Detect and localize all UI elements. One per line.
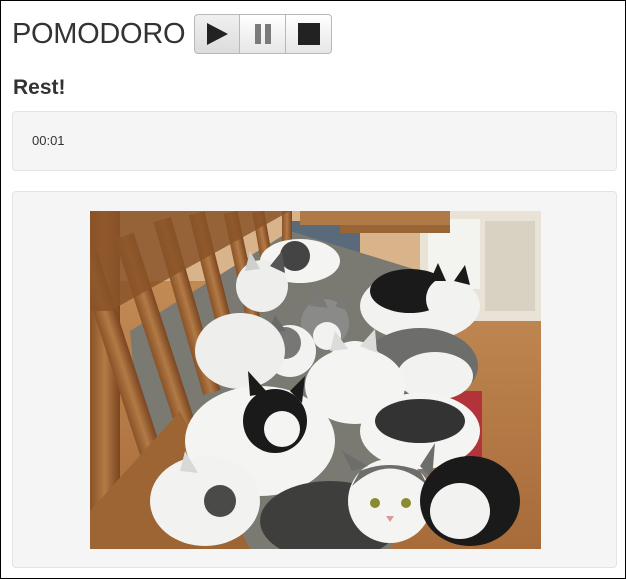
app-window: POMODORO Rest! 00:01 xyxy=(0,0,626,579)
pause-button[interactable] xyxy=(240,14,287,54)
timer-panel: 00:01 xyxy=(12,111,617,171)
timer-controls xyxy=(194,14,333,54)
app-title: POMODORO xyxy=(12,18,186,50)
cats-photo xyxy=(90,211,541,549)
stop-icon xyxy=(297,23,320,45)
image-panel xyxy=(12,191,617,568)
play-icon xyxy=(207,23,229,45)
timer-display: 00:01 xyxy=(32,133,65,148)
header: POMODORO xyxy=(12,14,333,54)
cats-photo-illustration xyxy=(90,211,541,549)
pause-icon xyxy=(254,24,271,44)
play-button[interactable] xyxy=(194,14,241,54)
stop-button[interactable] xyxy=(286,14,333,54)
status-heading: Rest! xyxy=(13,76,66,99)
